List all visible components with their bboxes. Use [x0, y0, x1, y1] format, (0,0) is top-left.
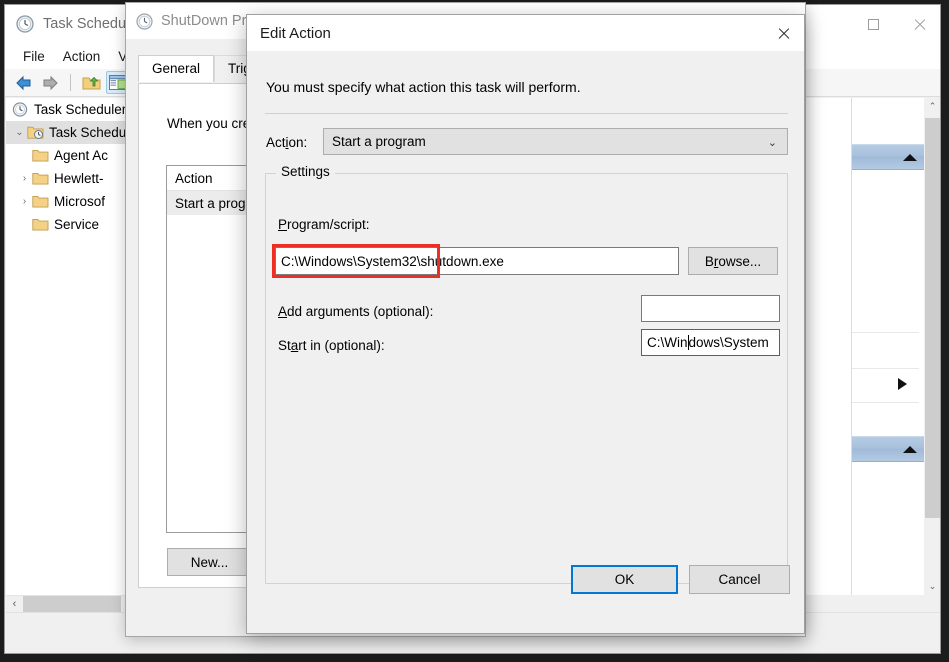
- actions-section-header-1[interactable]: [852, 144, 924, 170]
- add-arguments-label: Add arguments (optional):: [278, 304, 434, 319]
- menu-file[interactable]: File: [14, 47, 54, 66]
- close-icon: [777, 27, 790, 40]
- action-combobox[interactable]: Start a program ⌄: [323, 128, 788, 155]
- actions-vertical-scrollbar[interactable]: ⌃ ⌄: [924, 98, 940, 595]
- close-button[interactable]: [896, 5, 940, 43]
- actions-divider-3: [852, 402, 919, 403]
- actions-submenu-row[interactable]: [852, 366, 919, 402]
- settings-group-label: Settings: [276, 164, 335, 179]
- chevron-right-icon[interactable]: ›: [17, 173, 32, 184]
- restore-button[interactable]: [850, 5, 896, 43]
- edit-action-instruction: You must specify what action this task w…: [266, 79, 581, 95]
- forward-arrow-icon: [43, 75, 58, 90]
- tree-item-label: Hewlett-: [54, 171, 104, 186]
- start-in-input[interactable]: C:\Win dows\System: [641, 329, 780, 356]
- tree-item-label: Task Schedu: [49, 125, 127, 140]
- tree-item-label: Service: [54, 217, 100, 232]
- program-script-label: Program/script:: [278, 217, 370, 232]
- up-folder-icon: [82, 76, 100, 89]
- back-button[interactable]: [11, 71, 35, 94]
- properties-description: When you cre: [167, 116, 251, 131]
- scroll-left-arrow-icon[interactable]: ‹: [6, 598, 23, 610]
- start-in-label: Start in (optional):: [278, 338, 385, 353]
- cancel-button[interactable]: Cancel: [689, 565, 790, 594]
- column-header-action: Action: [175, 170, 213, 186]
- edit-action-close-button[interactable]: [760, 15, 804, 51]
- action-combobox-value: Start a program: [332, 134, 426, 149]
- folder-icon: [32, 218, 49, 231]
- tree-item-label: Task Scheduler: [34, 102, 127, 117]
- edit-action-title: Edit Action: [260, 24, 331, 42]
- scroll-up-arrow-icon[interactable]: ⌃: [924, 98, 940, 115]
- clock-icon: [136, 12, 153, 30]
- action-label: Action:: [266, 135, 308, 150]
- program-script-input[interactable]: C:\Windows\System32\shutdown.exe: [275, 247, 679, 275]
- screen: Task Scheduler File Action Vi: [0, 0, 949, 662]
- actions-divider-1: [852, 332, 919, 333]
- clock-icon: [16, 15, 34, 33]
- actions-section-header-2[interactable]: [852, 436, 924, 462]
- menu-action[interactable]: Action: [54, 47, 110, 66]
- horizontal-scroll-thumb[interactable]: [23, 595, 121, 613]
- tab-general[interactable]: General: [138, 55, 215, 82]
- edit-action-dialog: Edit Action You must specify what action…: [246, 14, 805, 634]
- up-folder-button[interactable]: [79, 71, 103, 94]
- restore-icon: [867, 18, 879, 30]
- chevron-down-icon[interactable]: ⌄: [768, 136, 777, 149]
- chevron-down-icon[interactable]: ⌄: [12, 127, 27, 138]
- vertical-scroll-thumb[interactable]: [925, 118, 940, 518]
- triangle-up-icon[interactable]: [903, 153, 917, 161]
- new-action-button[interactable]: New...: [167, 548, 252, 576]
- settings-group: [265, 173, 788, 584]
- browse-button[interactable]: Br owse...: [688, 247, 778, 275]
- divider: [265, 113, 788, 114]
- task-folder-icon: [27, 126, 44, 139]
- triangle-right-icon[interactable]: [898, 378, 907, 390]
- program-script-value: C:\Windows\System32\shutdown.exe: [281, 253, 504, 269]
- forward-button[interactable]: [38, 71, 62, 94]
- clock-icon: [12, 102, 28, 117]
- scroll-down-arrow-icon[interactable]: ⌄: [924, 578, 940, 595]
- start-in-value-before-caret: C:\Win: [647, 335, 688, 350]
- toolbar-separator: [70, 74, 71, 91]
- edit-action-titlebar: Edit Action: [247, 15, 804, 51]
- action-cell-value: Start a progr: [175, 195, 251, 211]
- edit-action-body: You must specify what action this task w…: [247, 51, 804, 633]
- folder-icon: [32, 172, 49, 185]
- triangle-up-icon[interactable]: [903, 445, 917, 453]
- add-arguments-input[interactable]: [641, 295, 780, 322]
- back-arrow-icon: [15, 75, 30, 90]
- shutdown-properties-title: ShutDown Pr: [161, 13, 247, 29]
- folder-icon: [32, 149, 49, 162]
- close-icon: [913, 18, 926, 31]
- start-in-value-after-caret: dows\System: [688, 335, 769, 350]
- actions-pane: [851, 98, 924, 595]
- tree-item-label: Agent Ac: [54, 148, 109, 163]
- tree-item-label: Microsof: [54, 194, 106, 209]
- chevron-right-icon[interactable]: ›: [17, 196, 32, 207]
- folder-icon: [32, 195, 49, 208]
- window-controls: [850, 5, 940, 43]
- ok-button[interactable]: OK: [571, 565, 678, 594]
